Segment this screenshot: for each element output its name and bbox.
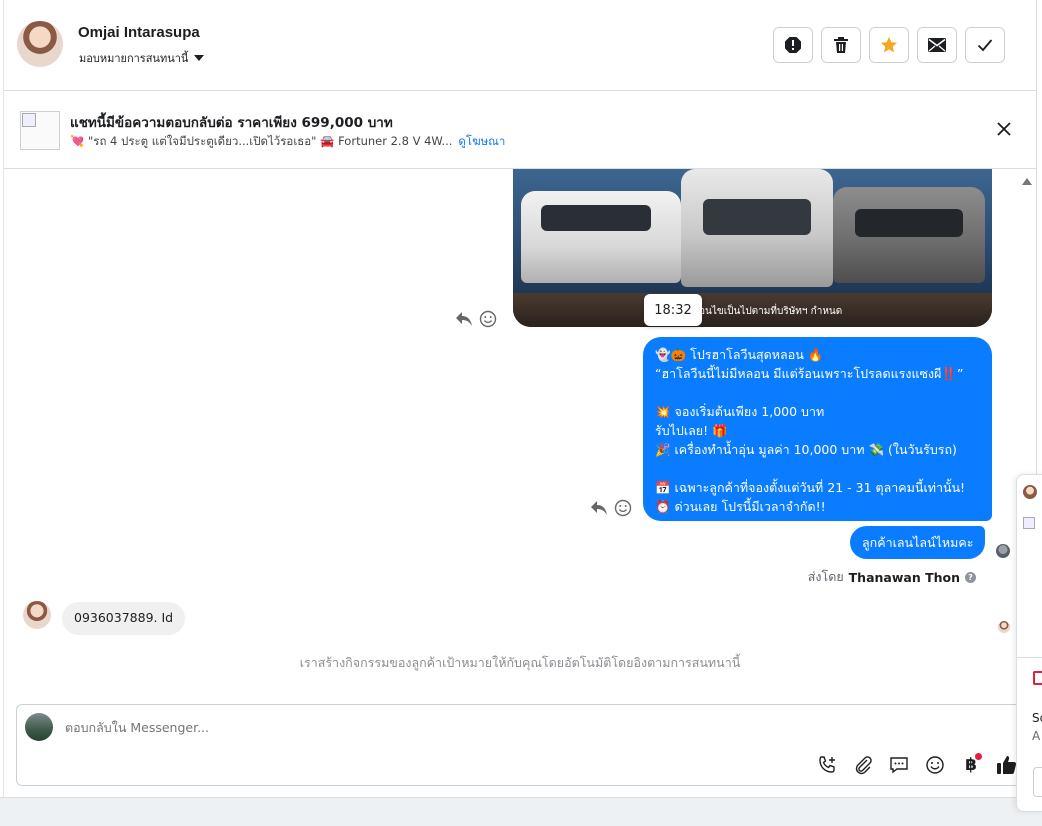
reply-input[interactable] bbox=[65, 720, 765, 735]
ad-snippet: 💘 "รถ 4 ประตู แต่ใจมีประตูเดียว...เปิดไว… bbox=[70, 134, 453, 148]
image-message-actions bbox=[455, 310, 497, 328]
promo-text-message[interactable]: 👻🎃 โปรฮาโลวีนสุดหลอน 🔥 “ฮาโลวีนนี้ไม่มีห… bbox=[643, 337, 992, 521]
baht-icon[interactable]: ฿ bbox=[959, 753, 983, 777]
ad-context-bar: แชทนี้มีข้อความตอบกลับต่อ ราคาเพียง 699,… bbox=[4, 91, 1036, 169]
app-logo-icon bbox=[1033, 671, 1042, 685]
read-receipt-avatar bbox=[998, 621, 1010, 633]
emoji-icon[interactable] bbox=[923, 753, 947, 777]
attachment-icon[interactable] bbox=[851, 753, 875, 777]
car-silver bbox=[681, 169, 833, 287]
incoming-message[interactable]: 0936037889. Id bbox=[62, 602, 186, 635]
contact-avatar[interactable] bbox=[17, 21, 63, 67]
assign-conversation-dropdown[interactable]: มอบหมายการสนทนานี้ bbox=[79, 49, 205, 67]
sent-by-name: Thanawan Thon bbox=[848, 569, 960, 585]
broken-image-icon bbox=[1023, 517, 1035, 529]
notification-dot bbox=[975, 753, 982, 760]
conversation-header: Omjai Intarasupa มอบหมายการสนทนานี้ bbox=[4, 0, 1036, 91]
mark-unread-button[interactable] bbox=[917, 27, 957, 63]
ad-thumbnail[interactable] bbox=[20, 111, 60, 150]
mark-spam-button[interactable] bbox=[773, 27, 813, 63]
star-button[interactable] bbox=[869, 27, 909, 63]
car-grey bbox=[833, 187, 985, 283]
car-white bbox=[521, 191, 681, 283]
message-composer: ฿ bbox=[16, 704, 1026, 786]
header-actions bbox=[773, 27, 1005, 63]
check-icon bbox=[977, 39, 993, 52]
page-avatar bbox=[25, 713, 53, 741]
promo-image-message[interactable]: อนไขเป็นไปตามที่บริษัทฯ กำหนด bbox=[513, 169, 992, 327]
conversation-panel: Omjai Intarasupa มอบหมายการสนทนานี้ แชทน… bbox=[3, 0, 1037, 797]
side-title: Sc bbox=[1032, 711, 1042, 725]
caret-down-icon bbox=[194, 55, 205, 61]
call-add-icon[interactable] bbox=[815, 753, 839, 777]
composer-toolbar: ฿ bbox=[815, 753, 1019, 777]
sent-by-label: ส่งโดย Thanawan Thon ? bbox=[808, 567, 976, 587]
delete-button[interactable] bbox=[821, 27, 861, 63]
promo-message-actions bbox=[590, 499, 632, 517]
close-icon[interactable] bbox=[996, 121, 1012, 137]
scroll-up-arrow-icon[interactable] bbox=[1022, 178, 1032, 185]
mail-icon bbox=[928, 38, 946, 52]
bottom-strip bbox=[0, 797, 1042, 826]
assign-label: มอบหมายการสนทนานี้ bbox=[79, 52, 189, 65]
trash-icon bbox=[834, 37, 848, 53]
message-timestamp: 18:32 bbox=[644, 294, 702, 326]
broken-image-icon bbox=[22, 113, 36, 127]
side-notification-panel[interactable]: Sc A bbox=[1016, 474, 1042, 812]
side-avatar bbox=[1023, 485, 1037, 499]
view-ad-link[interactable]: ดูโฆษณา bbox=[458, 133, 505, 151]
ad-snippet-row: 💘 "รถ 4 ประตู แต่ใจมีประตูเดียว...เปิดไว… bbox=[70, 133, 505, 151]
star-icon bbox=[881, 37, 897, 53]
saved-reply-icon[interactable] bbox=[887, 753, 911, 777]
side-subtitle: A bbox=[1032, 729, 1041, 743]
side-button[interactable] bbox=[1033, 767, 1042, 797]
ad-title: แชทนี้มีข้อความตอบกลับต่อ ราคาเพียง 699,… bbox=[70, 115, 393, 131]
reply-icon[interactable] bbox=[455, 311, 473, 327]
help-icon[interactable]: ? bbox=[965, 571, 976, 583]
emoji-react-icon[interactable] bbox=[614, 499, 632, 517]
reply-icon[interactable] bbox=[590, 500, 608, 516]
emoji-react-icon[interactable] bbox=[479, 310, 497, 328]
incoming-avatar[interactable] bbox=[23, 601, 51, 629]
image-caption: อนไขเป็นไปตามที่บริษัทฯ กำหนด bbox=[699, 306, 843, 317]
mark-done-button[interactable] bbox=[965, 27, 1005, 63]
sent-by-prefix: ส่งโดย bbox=[807, 569, 844, 584]
seen-indicator-avatar bbox=[996, 544, 1010, 558]
spam-icon bbox=[785, 37, 801, 53]
outgoing-message[interactable]: ลูกค้าเลนไลน์ไหมคะ bbox=[850, 526, 986, 559]
system-note: เราสร้างกิจกรรมของลูกค้าเป้าหมายให้กับคุ… bbox=[299, 655, 741, 670]
contact-name[interactable]: Omjai Intarasupa bbox=[78, 24, 200, 41]
divider bbox=[1017, 657, 1042, 658]
